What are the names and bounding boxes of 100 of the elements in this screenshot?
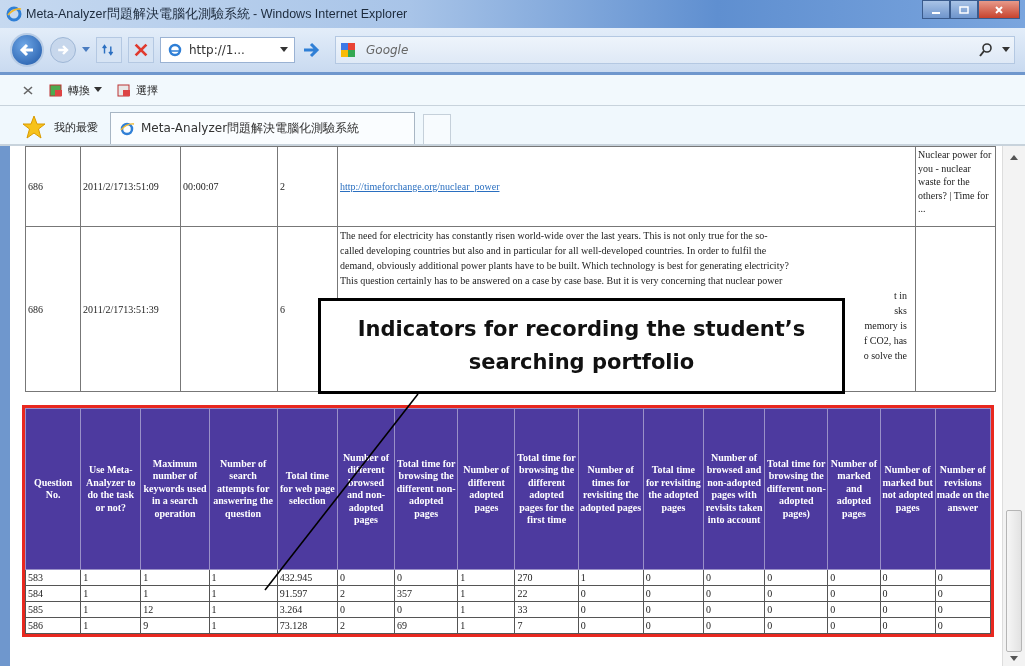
table-cell: 0 xyxy=(703,585,765,602)
close-icon xyxy=(994,4,1004,15)
table-cell: 1 xyxy=(457,601,515,618)
table-cell: 0 xyxy=(703,601,765,618)
column-header: Number of marked and adopted pages xyxy=(827,408,880,570)
table-cell: 1 xyxy=(457,569,515,586)
table-cell: 584 xyxy=(25,585,81,602)
table-cell: 1 xyxy=(209,585,278,602)
table-cell: 1 xyxy=(140,569,210,586)
browser-logo-icon xyxy=(6,6,22,22)
table-cell: 2011/2/1713:51:39 xyxy=(80,226,181,392)
search-icon[interactable] xyxy=(978,42,994,58)
table-cell: 0 xyxy=(578,601,644,618)
table-cell: 0 xyxy=(827,569,880,586)
table-cell: 432.945 xyxy=(277,569,338,586)
table-cell: 0 xyxy=(394,601,458,618)
table-cell: 1 xyxy=(457,585,515,602)
table-cell: 3.264 xyxy=(277,601,338,618)
table-cell: 2 xyxy=(277,146,338,227)
column-header: Total time for revisiting the adopted pages xyxy=(643,408,704,570)
search-provider-icon xyxy=(340,42,356,58)
page-link[interactable]: http://timeforchange.org/nuclear_power xyxy=(340,181,500,192)
column-header: Use Meta-Analyzer to do the task or not? xyxy=(80,408,141,570)
toolbar-icon xyxy=(116,82,132,98)
search-input[interactable]: Google xyxy=(364,42,970,58)
table-cell: 0 xyxy=(703,617,765,634)
toolbar-button[interactable]: 選擇 xyxy=(116,82,158,98)
table-cell: 0 xyxy=(643,601,704,618)
table-cell: 686 xyxy=(25,146,81,227)
column-header: Total time for browsing the different non-adopted pages xyxy=(394,408,458,570)
table-cell: 583 xyxy=(25,569,81,586)
column-header: Total time for browsing the different adopted pages for the first time xyxy=(514,408,579,570)
table-cell: 9 xyxy=(140,617,210,634)
favorites-button[interactable]: 我的最愛 xyxy=(10,110,102,144)
table-cell: 1 xyxy=(209,601,278,618)
table-cell: 585 xyxy=(25,601,81,618)
table-cell: 0 xyxy=(764,601,828,618)
dropdown-caret-icon[interactable] xyxy=(82,47,90,53)
table-cell: 73.128 xyxy=(277,617,338,634)
excerpt-fragment: f CO2, has xyxy=(863,334,907,348)
table-cell: 0 xyxy=(935,617,991,634)
table-cell: 0 xyxy=(935,569,991,586)
table-cell: 0 xyxy=(880,585,936,602)
close-icon[interactable] xyxy=(22,84,34,96)
scroll-down-icon[interactable] xyxy=(1010,656,1018,662)
table-cell: 69 xyxy=(394,617,458,634)
table-cell: 2 xyxy=(337,617,395,634)
table-cell: 0 xyxy=(394,569,458,586)
table-cell: 00:00:07 xyxy=(180,146,278,227)
table-cell: 12 xyxy=(140,601,210,618)
table-cell: 1 xyxy=(457,617,515,634)
table-cell: 0 xyxy=(827,617,880,634)
table-cell: 1 xyxy=(209,569,278,586)
table-cell: 686 xyxy=(25,226,81,392)
excerpt-fragment: t in xyxy=(893,289,907,303)
table-cell: 586 xyxy=(25,617,81,634)
caret-icon[interactable] xyxy=(1002,47,1010,53)
excerpt-fragment: sks xyxy=(894,304,907,318)
toolbar-icon xyxy=(48,82,64,98)
column-header: Number of search attempts for answering the question xyxy=(209,408,278,570)
column-header: Question No. xyxy=(25,408,81,570)
table-cell: 357 xyxy=(394,585,458,602)
maximize-button[interactable] xyxy=(950,0,978,19)
search-field[interactable]: Google xyxy=(335,36,1015,64)
table-cell: 0 xyxy=(827,585,880,602)
table-cell: 1 xyxy=(80,601,141,618)
table-cell: 1 xyxy=(80,569,141,586)
table-cell: 1 xyxy=(209,617,278,634)
table-cell: 91.597 xyxy=(277,585,338,602)
table-cell: 0 xyxy=(643,617,704,634)
page-icon xyxy=(119,120,135,137)
table-cell: 0 xyxy=(703,569,765,586)
table-cell: 22 xyxy=(514,585,579,602)
toolbar-button[interactable]: 轉換 xyxy=(48,82,102,98)
scroll-up-icon[interactable] xyxy=(1010,154,1018,160)
table-cell: 2 xyxy=(337,585,395,602)
table-cell: 0 xyxy=(764,569,828,586)
compatibility-button[interactable] xyxy=(96,37,122,63)
caret-icon[interactable] xyxy=(280,47,288,53)
go-arrow-icon xyxy=(301,40,321,60)
scroll-thumb[interactable] xyxy=(1006,510,1022,652)
stop-button[interactable] xyxy=(128,37,154,63)
minimize-button[interactable] xyxy=(922,0,950,19)
column-header: Number of different adopted pages xyxy=(457,408,515,570)
table-cell: 1 xyxy=(578,569,644,586)
address-field[interactable]: http://1... xyxy=(160,37,295,63)
back-button[interactable] xyxy=(10,33,44,67)
column-header: Total time for browsing the different non-adopted pages) xyxy=(764,408,828,570)
stop-icon xyxy=(132,41,150,59)
table-cell: 0 xyxy=(764,585,828,602)
table-cell: 0 xyxy=(764,617,828,634)
table-cell: 0 xyxy=(827,601,880,618)
column-header: Maximum number of keywords used in a search operation xyxy=(140,408,210,570)
star-icon xyxy=(22,115,46,139)
close-button[interactable] xyxy=(978,0,1020,19)
browser-tab[interactable]: Meta-Analyzer問題解決電腦化測驗系統 xyxy=(110,112,415,144)
table-cell: 0 xyxy=(337,601,395,618)
callout-label: Indicators for recording the student’s searching portfolio xyxy=(318,298,845,394)
table-cell: 1 xyxy=(140,585,210,602)
table-cell: 0 xyxy=(578,585,644,602)
